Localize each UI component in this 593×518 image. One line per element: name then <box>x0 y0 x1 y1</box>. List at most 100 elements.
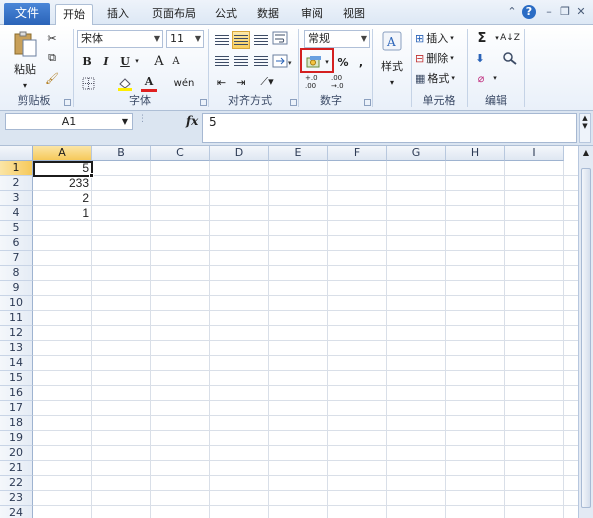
restore-window-icon[interactable]: ❐ <box>558 5 572 19</box>
percent-button[interactable]: % <box>336 53 350 71</box>
scrollbar-thumb[interactable] <box>581 168 591 508</box>
vertical-scrollbar[interactable]: ▲ <box>578 146 593 518</box>
increase-indent-icon[interactable]: ⇥ <box>232 73 250 91</box>
format-painter-icon[interactable]: 🖌 <box>44 69 60 87</box>
row-header-9[interactable]: 9 <box>0 281 33 296</box>
row-header-16[interactable]: 16 <box>0 386 33 401</box>
row-header-18[interactable]: 18 <box>0 416 33 431</box>
column-header-h[interactable]: H <box>446 146 505 161</box>
tab-review[interactable]: 审阅 <box>294 4 330 25</box>
bold-button[interactable]: B <box>80 52 94 70</box>
styles-dropdown-icon[interactable]: ▾ <box>385 73 399 91</box>
styles-icon[interactable]: A <box>380 29 404 53</box>
row-header-24[interactable]: 24 <box>0 506 33 518</box>
merge-center-icon[interactable]: ▾ <box>271 52 293 70</box>
minimize-ribbon-icon[interactable]: ⌃ <box>505 5 519 19</box>
underline-dropdown-icon[interactable]: ▾ <box>132 52 142 70</box>
resize-handle-icon[interactable]: ⋮ <box>138 114 148 129</box>
row-header-5[interactable]: 5 <box>0 221 33 236</box>
row-header-14[interactable]: 14 <box>0 356 33 371</box>
tab-data[interactable]: 数据 <box>250 4 286 25</box>
shrink-font-button[interactable]: A <box>169 52 183 70</box>
paste-icon[interactable] <box>10 29 40 59</box>
clear-button[interactable]: ⌀ <box>472 69 490 87</box>
column-header-i[interactable]: I <box>505 146 564 161</box>
tab-insert[interactable]: 插入 <box>100 4 136 25</box>
font-size-combo[interactable]: 11 ▼ <box>166 30 204 48</box>
cell-a2[interactable]: 233 <box>33 176 91 191</box>
row-header-6[interactable]: 6 <box>0 236 33 251</box>
fill-icon[interactable]: ⬇ <box>472 49 488 67</box>
sort-filter-button[interactable]: A↓Z <box>500 29 520 47</box>
tab-file[interactable]: 文件 <box>4 3 50 25</box>
column-header-c[interactable]: C <box>151 146 210 161</box>
row-header-11[interactable]: 11 <box>0 311 33 326</box>
row-header-21[interactable]: 21 <box>0 461 33 476</box>
bottom-align-icon[interactable] <box>252 31 269 49</box>
column-header-e[interactable]: E <box>269 146 328 161</box>
find-select-button[interactable] <box>500 49 520 67</box>
decrease-indent-icon[interactable]: ⇤ <box>213 73 230 91</box>
align-right-icon[interactable] <box>252 52 269 70</box>
help-icon[interactable]: ? <box>522 5 536 19</box>
tab-view[interactable]: 视图 <box>336 4 372 25</box>
insert-cells-button[interactable]: ⊞ 插入 ▾ <box>415 29 463 47</box>
align-left-icon[interactable] <box>213 52 230 70</box>
autosum-button[interactable]: Σ <box>472 29 492 47</box>
row-header-23[interactable]: 23 <box>0 491 33 506</box>
italic-button[interactable]: I <box>99 52 113 70</box>
cell-area[interactable] <box>33 161 578 518</box>
decrease-decimal-button[interactable]: .00 →.0 <box>331 73 355 91</box>
font-color-button[interactable]: A <box>141 74 157 92</box>
underline-button[interactable]: U <box>118 52 132 70</box>
fill-handle[interactable] <box>89 173 94 178</box>
insert-function-icon[interactable]: fx <box>186 114 198 128</box>
column-header-d[interactable]: D <box>210 146 269 161</box>
grow-font-button[interactable]: A <box>152 52 166 70</box>
row-header-13[interactable]: 13 <box>0 341 33 356</box>
tab-page-layout[interactable]: 页面布局 <box>144 4 204 25</box>
delete-cells-button[interactable]: ⊟ 删除 ▾ <box>415 49 463 67</box>
row-header-17[interactable]: 17 <box>0 401 33 416</box>
row-header-12[interactable]: 12 <box>0 326 33 341</box>
row-header-20[interactable]: 20 <box>0 446 33 461</box>
font-launcher-icon[interactable] <box>200 99 207 106</box>
row-header-4[interactable]: 4 <box>0 206 33 221</box>
row-header-19[interactable]: 19 <box>0 431 33 446</box>
top-align-icon[interactable] <box>213 31 230 49</box>
number-format-combo[interactable]: 常规 ▼ <box>304 30 370 48</box>
orientation-icon[interactable]: ⟋▾ <box>255 73 279 91</box>
number-launcher-icon[interactable] <box>364 99 371 106</box>
row-header-7[interactable]: 7 <box>0 251 33 266</box>
increase-decimal-button[interactable]: +.0 .00 <box>305 73 329 91</box>
clear-dropdown-icon[interactable]: ▾ <box>490 69 500 87</box>
comma-style-button[interactable]: , <box>356 53 366 71</box>
scroll-up-icon[interactable]: ▲ <box>579 146 593 160</box>
cell-a4[interactable]: 1 <box>33 206 91 221</box>
format-cells-button[interactable]: ▦ 格式 ▾ <box>415 69 463 87</box>
clipboard-launcher-icon[interactable] <box>64 99 71 106</box>
row-header-15[interactable]: 15 <box>0 371 33 386</box>
minimize-window-icon[interactable]: – <box>542 5 556 19</box>
select-all-button[interactable] <box>0 146 33 161</box>
fill-color-icon[interactable] <box>116 74 134 92</box>
column-header-b[interactable]: B <box>92 146 151 161</box>
middle-align-icon[interactable] <box>232 31 250 49</box>
border-icon[interactable] <box>80 74 96 92</box>
row-header-22[interactable]: 22 <box>0 476 33 491</box>
row-header-10[interactable]: 10 <box>0 296 33 311</box>
cell-a1[interactable]: 5 <box>33 161 91 176</box>
column-header-a[interactable]: A <box>33 146 92 161</box>
cut-icon[interactable]: ✂ <box>44 29 60 47</box>
row-header-1[interactable]: 1 <box>0 161 33 176</box>
row-header-2[interactable]: 2 <box>0 176 33 191</box>
alignment-launcher-icon[interactable] <box>290 99 297 106</box>
name-box[interactable]: A1 ▼ <box>5 113 133 130</box>
cell-a3[interactable]: 2 <box>33 191 91 206</box>
tab-formulas[interactable]: 公式 <box>208 4 244 25</box>
row-header-3[interactable]: 3 <box>0 191 33 206</box>
column-header-f[interactable]: F <box>328 146 387 161</box>
phonetic-guide-button[interactable]: wén <box>174 74 195 92</box>
formula-input[interactable]: 5 <box>202 113 577 143</box>
tab-home[interactable]: 开始 <box>55 4 93 26</box>
